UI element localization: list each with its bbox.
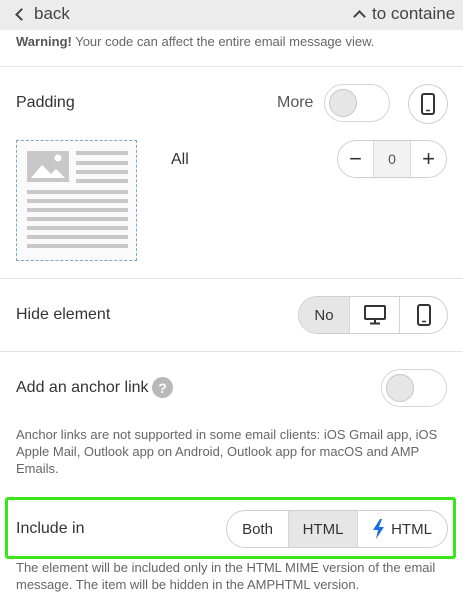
padding-side-label: All (171, 151, 189, 168)
back-button[interactable]: back (14, 4, 70, 24)
top-bar: back to containe (0, 0, 463, 30)
amp-bolt-icon (373, 519, 385, 539)
chevron-left-icon (15, 7, 28, 21)
include-in-label: Include in (16, 520, 85, 537)
padding-preview (16, 140, 137, 261)
divider (0, 278, 463, 279)
mobile-icon (421, 93, 435, 115)
more-label: More (277, 94, 314, 111)
padding-stepper: − 0 + (337, 140, 447, 178)
include-in-selector: Both HTML HTML (226, 510, 448, 548)
anchor-link-note: Anchor links are not supported in some e… (16, 427, 438, 476)
increment-button[interactable]: + (411, 141, 446, 177)
back-label: back (34, 4, 70, 23)
collapse-to-container-button[interactable]: to containe (353, 4, 456, 24)
decrement-button[interactable]: − (338, 141, 373, 177)
chevron-up-icon (353, 10, 366, 23)
divider (0, 66, 463, 67)
hide-element-label: Hide element (16, 306, 111, 323)
hide-desktop-option[interactable] (349, 297, 399, 333)
toggle-knob (386, 374, 414, 402)
anchor-link-toggle[interactable] (381, 369, 447, 407)
mobile-icon (416, 304, 431, 326)
include-in-note: The element will be included only in the… (16, 560, 436, 592)
help-icon[interactable]: ? (152, 377, 173, 398)
hide-element-selector: No (298, 296, 448, 334)
more-padding-toggle[interactable] (324, 84, 390, 122)
warning-text: Your code can affect the entire email me… (71, 34, 375, 49)
content-preview-icon (27, 151, 128, 248)
divider (0, 351, 463, 352)
code-warning: Warning! Your code can affect the entire… (16, 34, 374, 49)
anchor-link-label: Add an anchor link (16, 379, 149, 396)
toggle-knob (329, 89, 357, 117)
include-both-option[interactable]: Both (227, 511, 288, 547)
amp-html-label: HTML (391, 520, 432, 538)
mobile-padding-button[interactable] (408, 84, 448, 124)
hide-mobile-option[interactable] (399, 297, 447, 333)
include-html-option[interactable]: HTML (288, 511, 357, 547)
include-amp-option[interactable]: HTML (357, 511, 447, 547)
collapse-label: to containe (372, 4, 456, 23)
warning-bold: Warning! (16, 34, 72, 49)
padding-value[interactable]: 0 (373, 141, 411, 177)
padding-label: Padding (16, 94, 75, 111)
hide-none-option[interactable]: No (299, 297, 349, 333)
desktop-icon (363, 305, 386, 325)
